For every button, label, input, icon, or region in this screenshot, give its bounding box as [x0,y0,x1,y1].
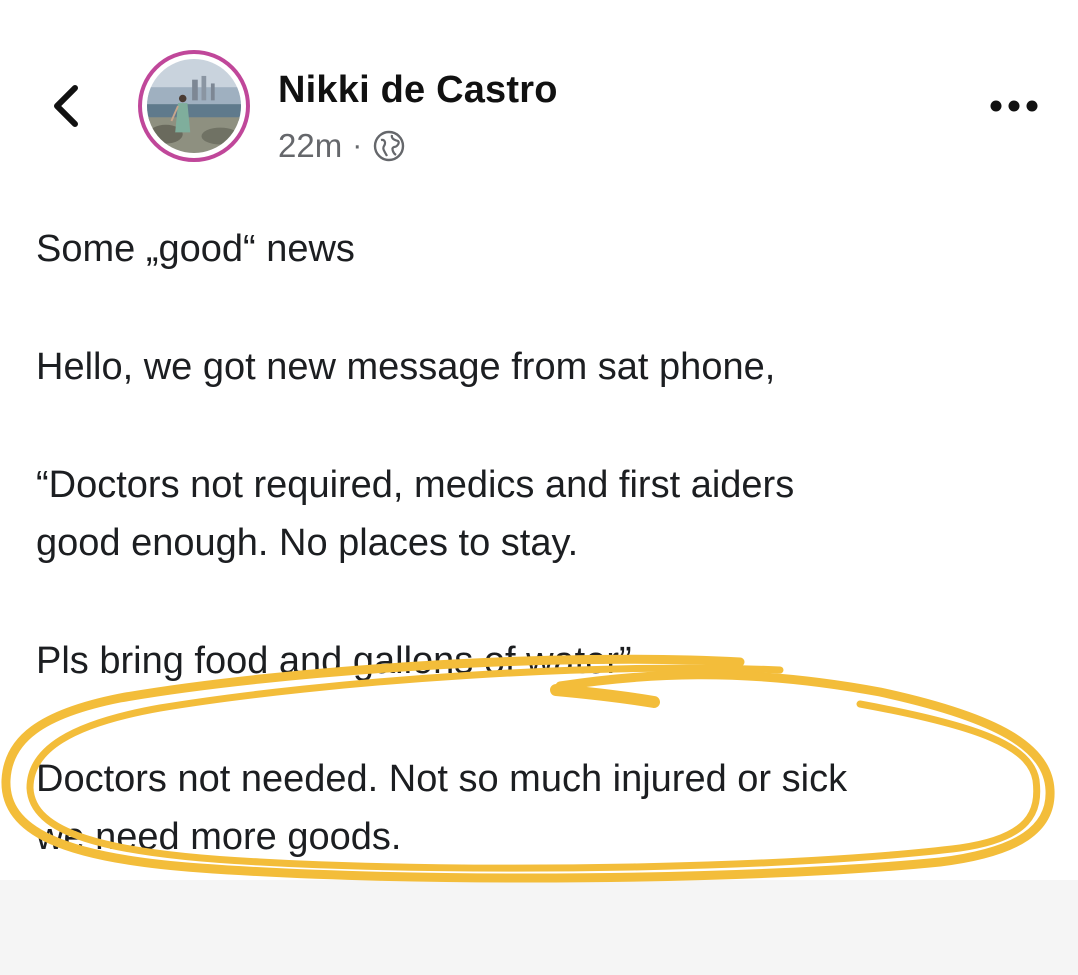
more-options-button[interactable] [986,92,1042,120]
post-card: Nikki de Castro 22m · Some „good“ news H… [0,0,1078,975]
post-paragraph-highlighted: Doctors not needed. Not so much injured … [36,758,848,858]
post-paragraph: “Doctors not required, medics and first … [36,464,795,564]
bottom-band [0,880,1078,975]
more-options-icon [990,100,1038,112]
post-paragraph: Pls bring food and gallons of water” [36,640,632,682]
post-time[interactable]: 22m [278,127,342,165]
author-avatar[interactable] [138,50,250,162]
globe-icon [374,130,405,162]
post-meta: 22m · [278,124,406,168]
chevron-left-icon [54,85,78,127]
avatar-image [147,59,241,153]
post-body: Some „good“ news Hello, we got new messa… [36,220,1046,926]
post-paragraph: Hello, we got new message from sat phone… [36,346,776,388]
author-name[interactable]: Nikki de Castro [278,66,558,114]
meta-separator: · [352,129,363,162]
post-paragraph: Some „good“ news [36,228,355,270]
back-button[interactable] [44,78,88,134]
